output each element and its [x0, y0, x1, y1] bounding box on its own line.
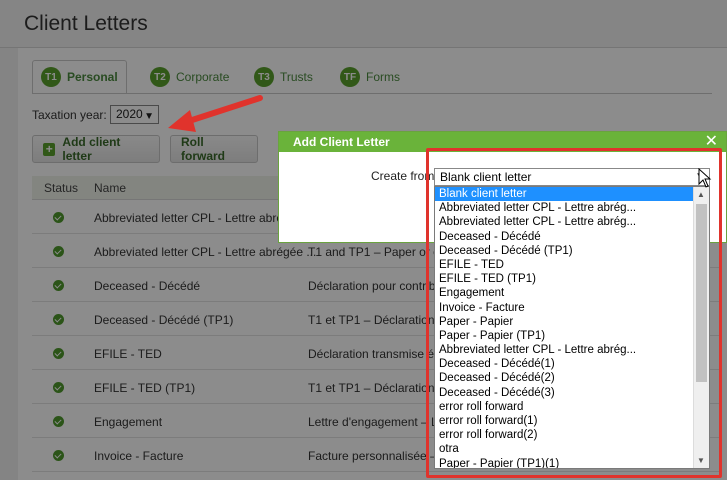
annotation-arrow-icon [168, 95, 263, 132]
highlight-annotation-box [426, 148, 722, 478]
create-from-label: Create from [371, 169, 435, 183]
mouse-cursor-icon [698, 168, 712, 188]
